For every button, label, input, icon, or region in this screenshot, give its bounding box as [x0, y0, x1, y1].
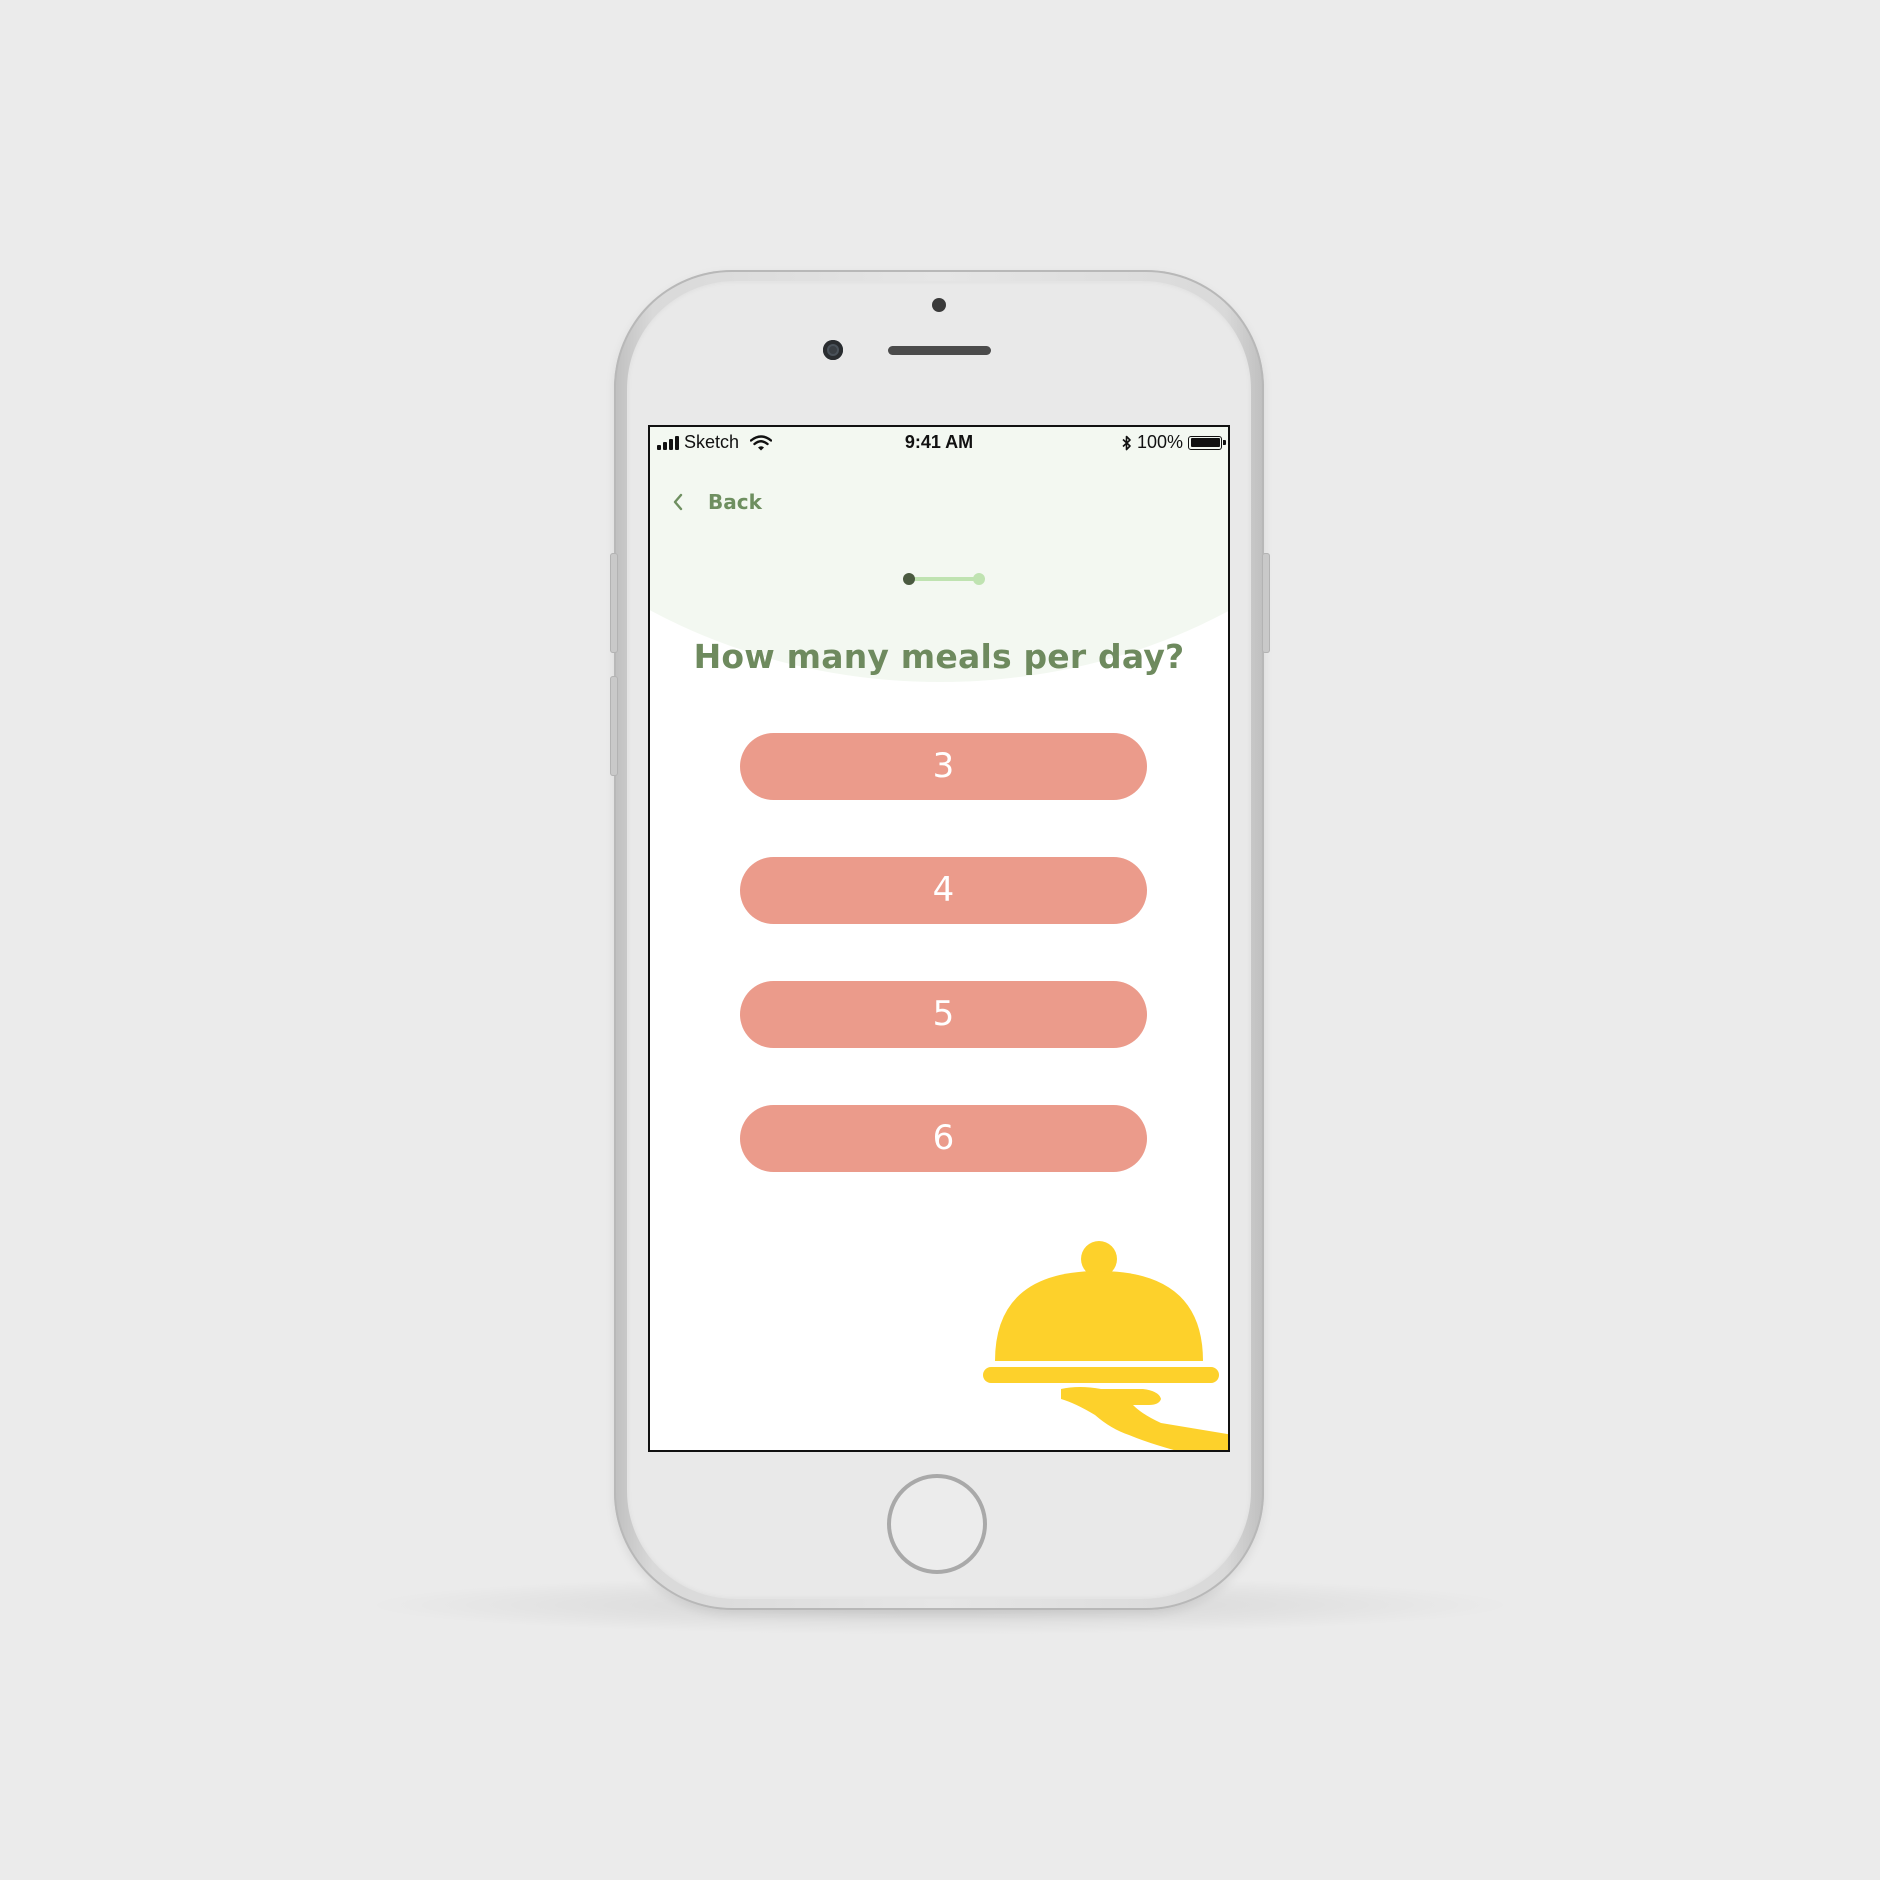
meal-count-options: 3 4 5 6 — [740, 733, 1147, 1229]
home-button[interactable] — [887, 1474, 987, 1574]
power-button — [1262, 553, 1270, 653]
battery-icon — [1188, 435, 1226, 450]
back-button[interactable]: Back — [672, 490, 762, 514]
step-progress-indicator — [903, 573, 985, 585]
question-title: How many meals per day? — [693, 637, 1185, 676]
front-camera — [823, 340, 843, 360]
option-button-6[interactable]: 6 — [740, 1105, 1147, 1172]
option-button-5[interactable]: 5 — [740, 981, 1147, 1048]
volume-up-button — [610, 676, 618, 776]
back-label: Back — [708, 490, 762, 514]
bluetooth-icon — [1122, 435, 1131, 450]
phone-screen: Sketch 9:41 AM 100% Back How many meals … — [648, 425, 1230, 1452]
serving-cloche-icon — [983, 1241, 1228, 1450]
status-bar-right: 100% — [1122, 432, 1226, 453]
status-bar: Sketch 9:41 AM 100% — [650, 427, 1228, 457]
mute-switch — [610, 553, 618, 653]
step-dot-current — [903, 573, 915, 585]
proximity-sensor — [932, 298, 946, 312]
battery-percent: 100% — [1136, 432, 1183, 452]
option-button-4[interactable]: 4 — [740, 857, 1147, 924]
step-dot-next — [973, 573, 985, 585]
chevron-left-icon — [673, 493, 683, 511]
option-button-3[interactable]: 3 — [740, 733, 1147, 800]
earpiece-speaker — [888, 346, 991, 355]
